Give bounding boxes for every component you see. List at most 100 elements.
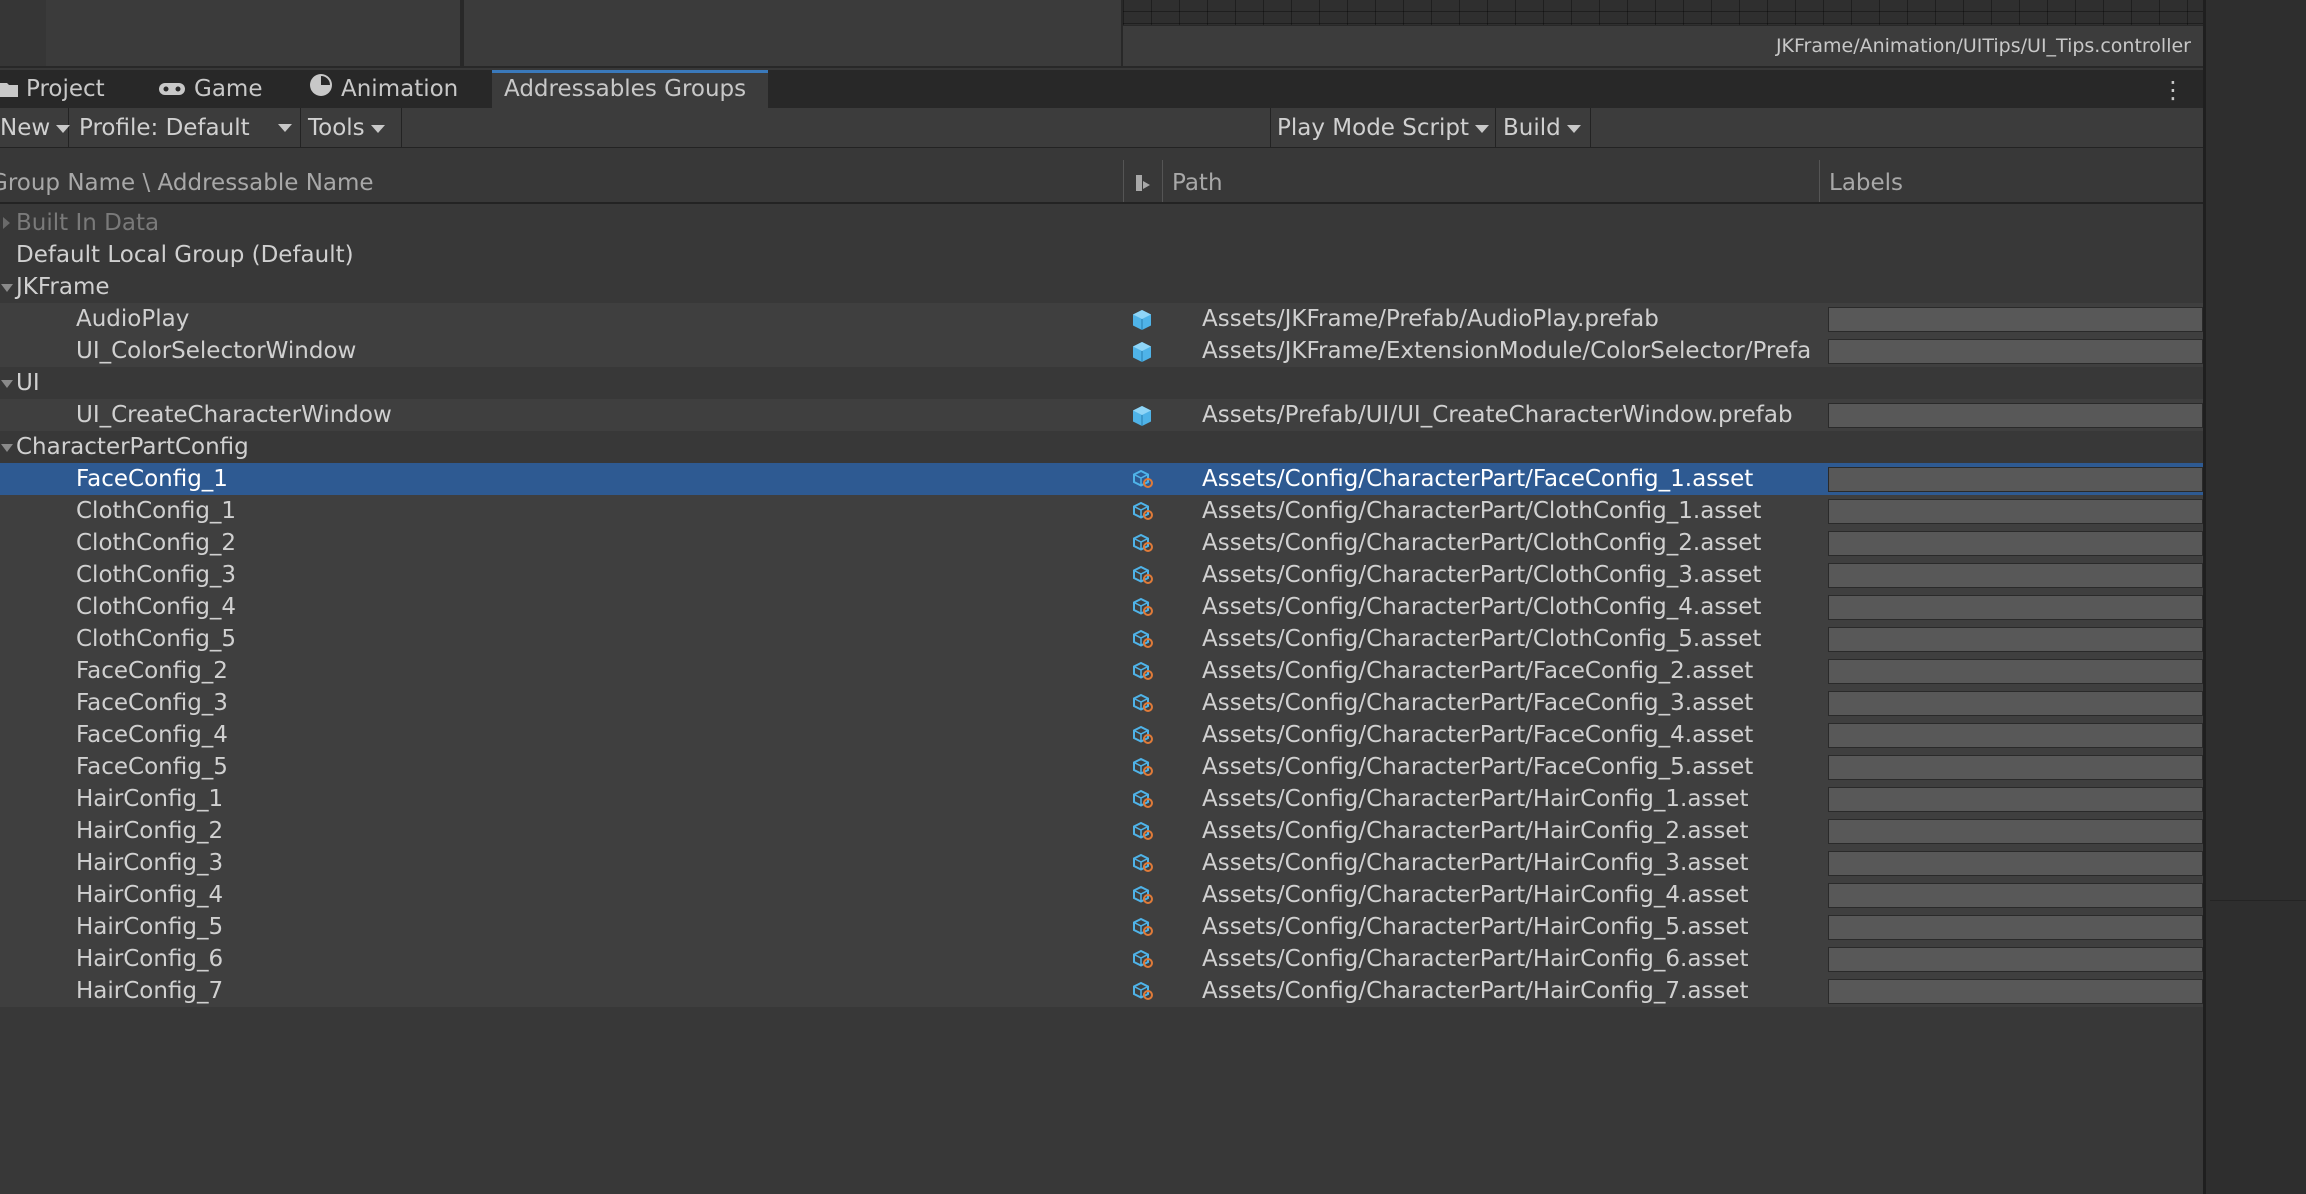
labels-dropdown[interactable]	[1828, 339, 2203, 364]
entry-name: FaceConfig_1	[76, 466, 228, 492]
entry-row[interactable]: HairConfig_7 Assets/Config/CharacterPart/…	[0, 975, 2203, 1007]
entry-path: Assets/JKFrame/Prefab/AudioPlay.prefab	[1202, 306, 1659, 332]
expand-arrow-icon[interactable]	[1, 444, 13, 452]
group-row[interactable]: CharacterPartConfig	[0, 431, 2203, 463]
profile-dropdown[interactable]: Profile: Default	[73, 108, 301, 148]
entry-row[interactable]: ClothConfig_1 Assets/Config/CharacterPart…	[0, 495, 2203, 527]
chevron-down-icon	[1474, 124, 1489, 133]
entry-name: ClothConfig_5	[76, 626, 237, 652]
profile-dropdown-label: Profile: Default	[79, 115, 250, 141]
addressable-icon-column-icon[interactable]	[1135, 172, 1151, 198]
entry-row[interactable]: ClothConfig_3 Assets/Config/CharacterPart…	[0, 559, 2203, 591]
labels-dropdown[interactable]	[1828, 403, 2203, 428]
labels-dropdown[interactable]	[1828, 915, 2203, 940]
labels-dropdown[interactable]	[1828, 691, 2203, 716]
entry-row[interactable]: HairConfig_4 Assets/Config/CharacterPart/…	[0, 879, 2203, 911]
group-row[interactable]: UI	[0, 367, 2203, 399]
labels-dropdown[interactable]	[1828, 851, 2203, 876]
group-name: CharacterPartConfig	[16, 434, 249, 460]
labels-dropdown[interactable]	[1828, 627, 2203, 652]
labels-dropdown[interactable]	[1828, 979, 2203, 1004]
entry-row[interactable]: FaceConfig_4 Assets/Config/CharacterPart/…	[0, 719, 2203, 751]
entry-path: Assets/JKFrame/ExtensionModule/ColorSele…	[1202, 338, 1812, 364]
labels-dropdown[interactable]	[1828, 531, 2203, 556]
group-row[interactable]: Built In Data	[0, 207, 2203, 239]
group-row[interactable]: Default Local Group (Default)	[0, 239, 2203, 271]
entry-name: UI_CreateCharacterWindow	[76, 402, 392, 428]
tools-dropdown-label: Tools	[308, 115, 365, 141]
expand-arrow-icon[interactable]	[1, 380, 13, 388]
tab-project[interactable]: Project	[0, 70, 105, 108]
scriptable-object-icon	[1131, 884, 1154, 906]
entry-row[interactable]: HairConfig_5 Assets/Config/CharacterPart/…	[0, 911, 2203, 943]
column-divider[interactable]	[1819, 160, 1820, 202]
entry-row[interactable]: FaceConfig_3 Assets/Config/CharacterPart/…	[0, 687, 2203, 719]
group-row[interactable]: JKFrame	[0, 271, 2203, 303]
entry-row[interactable]: FaceConfig_2 Assets/Config/CharacterPart/…	[0, 655, 2203, 687]
labels-dropdown[interactable]	[1828, 755, 2203, 780]
column-divider[interactable]	[1123, 160, 1124, 202]
entry-path: Assets/Config/CharacterPart/HairConfig_3…	[1202, 850, 1749, 876]
tools-dropdown[interactable]: Tools	[302, 108, 402, 148]
column-divider[interactable]	[1162, 160, 1163, 202]
prefab-icon	[1131, 308, 1153, 330]
entry-row[interactable]: HairConfig_6 Assets/Config/CharacterPart/…	[0, 943, 2203, 975]
build-dropdown-label: Build	[1503, 115, 1561, 141]
entry-row[interactable]: UI_CreateCharacterWindow Assets/Prefab/UI…	[0, 399, 2203, 431]
tab-animation-label: Animation	[341, 76, 459, 102]
group-name: JKFrame	[16, 274, 110, 300]
column-header-name[interactable]: Group Name \ Addressable Name	[0, 170, 374, 196]
column-header-labels[interactable]: Labels	[1829, 170, 1903, 196]
entry-path: Assets/Config/CharacterPart/ClothConfig_…	[1202, 594, 1762, 620]
entry-path: Assets/Config/CharacterPart/FaceConfig_1…	[1202, 466, 1754, 492]
clock-icon	[309, 71, 333, 109]
groups-toolbar: New Profile: Default Tools Play Mode Scr…	[0, 108, 2203, 148]
labels-dropdown[interactable]	[1828, 307, 2203, 332]
entry-path: Assets/Config/CharacterPart/FaceConfig_3…	[1202, 690, 1754, 716]
scriptable-object-icon	[1131, 468, 1154, 490]
animator-grid	[1123, 0, 2203, 25]
folder-icon	[0, 71, 18, 109]
labels-dropdown[interactable]	[1828, 947, 2203, 972]
labels-dropdown[interactable]	[1828, 883, 2203, 908]
play-mode-script-dropdown[interactable]: Play Mode Script	[1270, 108, 1496, 148]
entry-row[interactable]: HairConfig_3 Assets/Config/CharacterPart/…	[0, 847, 2203, 879]
entry-row[interactable]: FaceConfig_5 Assets/Config/CharacterPart/…	[0, 751, 2203, 783]
entry-row[interactable]: HairConfig_2 Assets/Config/CharacterPart/…	[0, 815, 2203, 847]
table-header: Group Name \ Addressable Name Path Label…	[0, 160, 2203, 204]
tab-animation[interactable]: Animation	[309, 70, 458, 108]
labels-dropdown[interactable]	[1828, 499, 2203, 524]
scene-panel	[464, 0, 1121, 66]
scriptable-object-icon	[1131, 724, 1154, 746]
entry-row[interactable]: AudioPlay Assets/JKFrame/Prefab/AudioPlay…	[0, 303, 2203, 335]
collapse-arrow-icon[interactable]	[3, 217, 10, 229]
tab-game[interactable]: Game	[158, 70, 262, 108]
entry-row[interactable]: FaceConfig_1 Assets/Config/CharacterPart/…	[0, 463, 2203, 495]
entry-row[interactable]: ClothConfig_5 Assets/Config/CharacterPart…	[0, 623, 2203, 655]
entry-row[interactable]: ClothConfig_4 Assets/Config/CharacterPart…	[0, 591, 2203, 623]
labels-dropdown[interactable]	[1828, 563, 2203, 588]
entry-path: Assets/Config/CharacterPart/HairConfig_2…	[1202, 818, 1749, 844]
entry-row[interactable]: UI_ColorSelectorWindow Assets/JKFrame/Ext…	[0, 335, 2203, 367]
animator-path-text: JKFrame/Animation/UITips/UI_Tips.control…	[1775, 35, 2191, 57]
right-side-panel	[2203, 0, 2306, 1194]
tab-addressables-groups[interactable]: Addressables Groups	[492, 70, 768, 108]
entry-name: UI_ColorSelectorWindow	[76, 338, 357, 364]
scriptable-object-icon	[1131, 948, 1154, 970]
labels-dropdown[interactable]	[1828, 819, 2203, 844]
entry-path: Assets/Config/CharacterPart/ClothConfig_…	[1202, 530, 1762, 556]
entry-path: Assets/Config/CharacterPart/ClothConfig_…	[1202, 562, 1762, 588]
labels-dropdown[interactable]	[1828, 659, 2203, 684]
entry-path: Assets/Config/CharacterPart/HairConfig_1…	[1202, 786, 1749, 812]
labels-dropdown[interactable]	[1828, 595, 2203, 620]
expand-arrow-icon[interactable]	[1, 284, 13, 292]
new-dropdown[interactable]: New	[0, 108, 71, 148]
entry-row[interactable]: ClothConfig_2 Assets/Config/CharacterPart…	[0, 527, 2203, 559]
labels-dropdown[interactable]	[1828, 723, 2203, 748]
more-options-icon[interactable]: ⋮	[2161, 76, 2185, 104]
build-dropdown[interactable]: Build	[1497, 108, 1591, 148]
column-header-path[interactable]: Path	[1172, 170, 1223, 196]
labels-dropdown[interactable]	[1828, 467, 2203, 492]
labels-dropdown[interactable]	[1828, 787, 2203, 812]
entry-row[interactable]: HairConfig_1 Assets/Config/CharacterPart/…	[0, 783, 2203, 815]
